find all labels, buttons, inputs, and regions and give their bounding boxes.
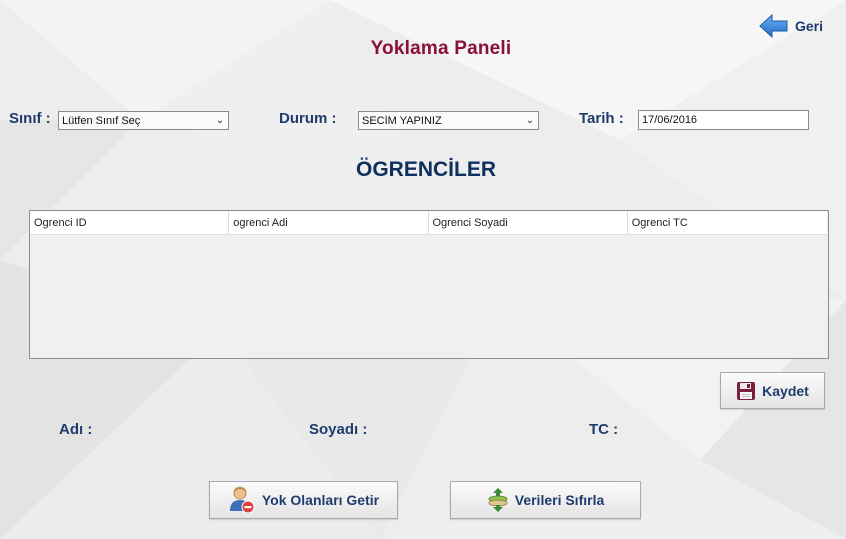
back-button[interactable]: Geri xyxy=(759,12,829,40)
column-header-id[interactable]: Ogrenci ID xyxy=(30,211,230,234)
get-absent-button[interactable]: Yok Olanları Getir xyxy=(209,481,398,519)
date-input[interactable] xyxy=(638,110,809,130)
get-absent-button-label: Yok Olanları Getir xyxy=(261,492,380,508)
class-select-value: Lütfen Sınıf Seç xyxy=(62,114,141,127)
back-button-label: Geri xyxy=(795,18,824,34)
status-select[interactable]: SECİM YAPINIZ ⌄ xyxy=(358,111,539,130)
table-header: Ogrenci ID ogrenci Adi Ogrenci Soyadi Og… xyxy=(30,211,827,235)
reset-data-button-label: Verileri Sıfırla xyxy=(514,492,605,508)
reset-data-button[interactable]: Verileri Sıfırla xyxy=(450,481,641,519)
status-label: Durum : xyxy=(279,110,337,127)
class-label: Sınıf : xyxy=(9,110,51,127)
column-header-tc[interactable]: Ogrenci TC xyxy=(628,211,827,234)
floppy-disk-icon xyxy=(736,381,756,401)
chevron-down-icon: ⌄ xyxy=(525,115,535,126)
save-button-label: Kaydet xyxy=(762,382,809,399)
page-title: Yoklama Paneli xyxy=(370,38,512,59)
students-title: ÖGRENCİLER xyxy=(355,158,496,181)
save-button[interactable]: Kaydet xyxy=(720,372,825,409)
column-header-name[interactable]: ogrenci Adi xyxy=(229,211,429,234)
date-label: Tarih : xyxy=(579,110,624,127)
column-header-surname[interactable]: Ogrenci Soyadi xyxy=(429,211,628,234)
user-remove-icon xyxy=(228,485,256,515)
students-table[interactable]: Ogrenci ID ogrenci Adi Ogrenci Soyadi Og… xyxy=(29,210,829,359)
surname-label: Soyadı : xyxy=(309,421,368,438)
class-select[interactable]: Lütfen Sınıf Seç ⌄ xyxy=(58,111,229,130)
tc-label: TC : xyxy=(589,421,619,438)
reset-stack-icon xyxy=(487,487,509,513)
name-label: Adı : xyxy=(59,421,93,438)
arrow-left-icon xyxy=(759,13,789,39)
chevron-down-icon: ⌄ xyxy=(215,115,225,126)
status-select-value: SECİM YAPINIZ xyxy=(362,114,442,127)
